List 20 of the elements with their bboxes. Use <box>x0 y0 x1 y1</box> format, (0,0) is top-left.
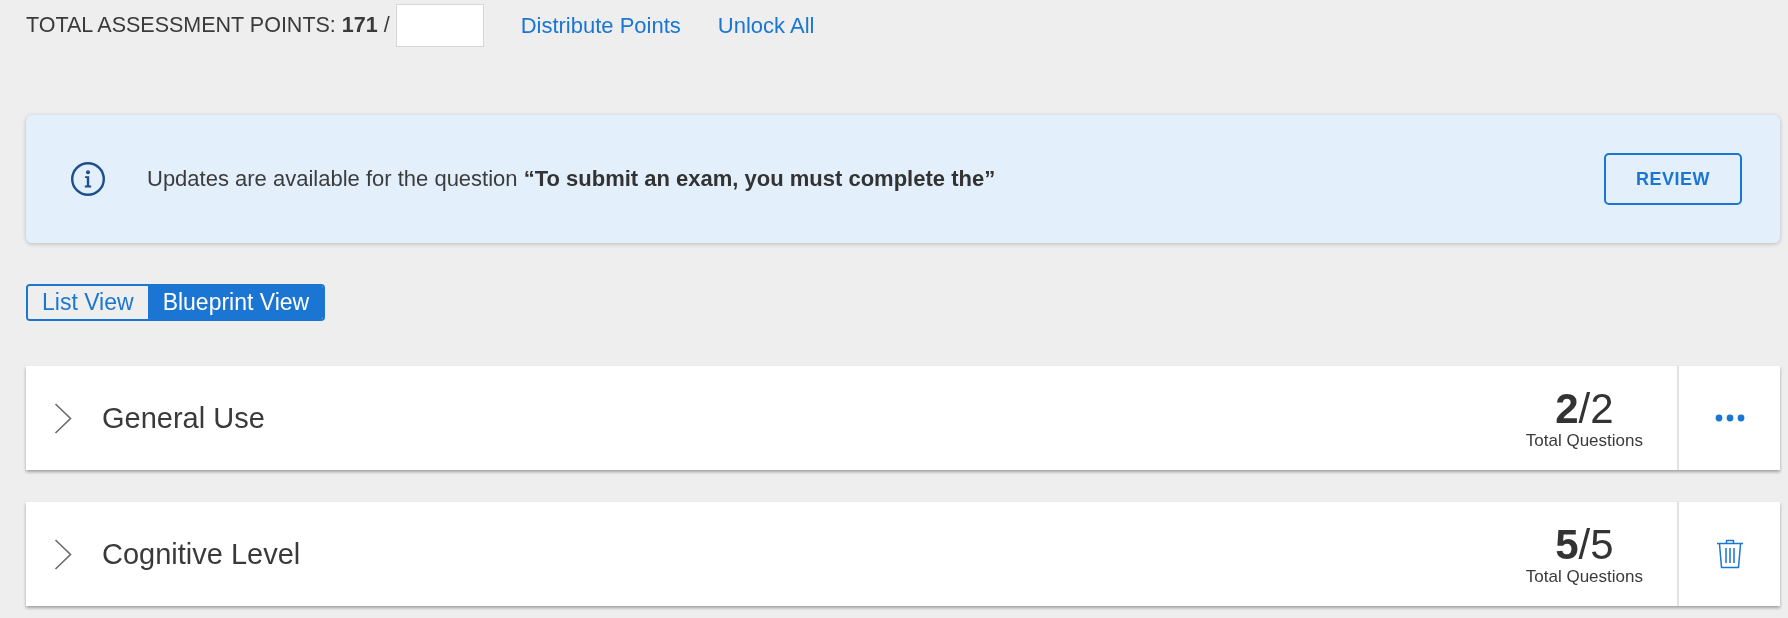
trash-icon <box>1715 539 1744 569</box>
update-message: Updates are available for the question “To submit an exam, you must complete the” <box>147 166 997 192</box>
chevron-icon[interactable] <box>54 538 72 570</box>
review-button[interactable]: REVIEW <box>1604 153 1742 205</box>
action-link[interactable]: Unlock All <box>717 12 815 39</box>
question-count: 5/5 <box>1555 523 1614 567</box>
total-points-label: TOTAL ASSESSMENT POINTS: 171 / <box>26 13 390 38</box>
more-options-button[interactable] <box>1677 366 1780 470</box>
max-points-field[interactable] <box>395 4 484 47</box>
action-link[interactable]: Distribute Points <box>520 12 681 39</box>
count-caption: Total Questions <box>1525 567 1643 587</box>
chevron-icon[interactable] <box>54 402 72 434</box>
view-tab[interactable]: Blueprint View <box>147 286 324 319</box>
more-icon <box>1714 414 1745 422</box>
count-caption: Total Questions <box>1525 431 1643 451</box>
section-title: Cognitive Level <box>102 537 301 571</box>
info-icon <box>71 162 105 196</box>
delete-button[interactable] <box>1677 502 1780 606</box>
section-title: General Use <box>102 401 265 435</box>
question-count: 2/2 <box>1555 387 1614 431</box>
